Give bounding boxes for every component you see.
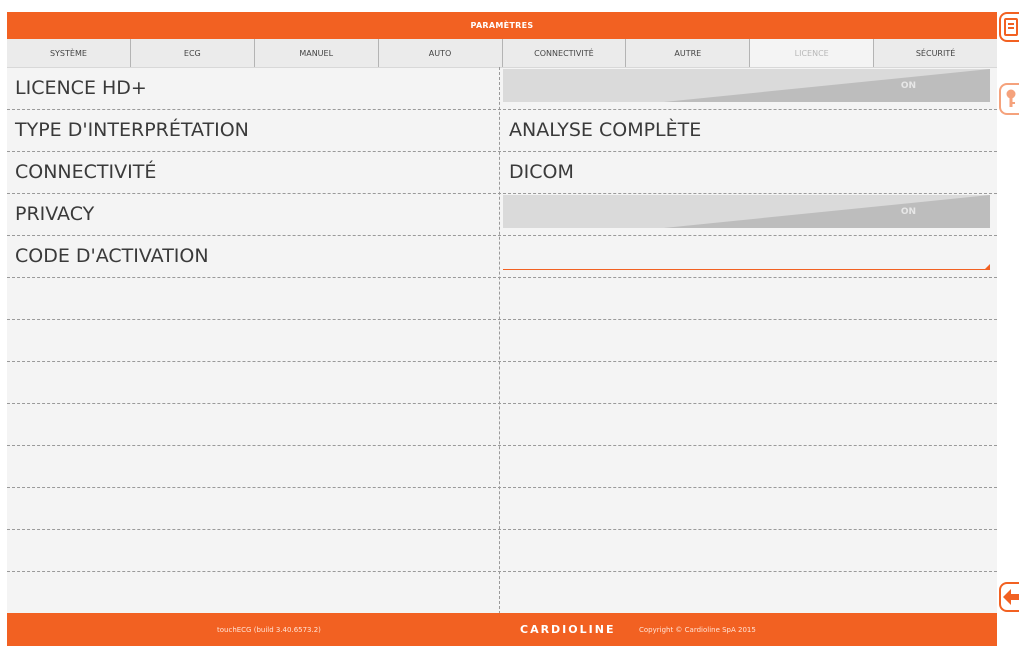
column-divider: [499, 67, 500, 614]
toggle-slider: [663, 69, 990, 102]
tab-auto[interactable]: AUTO: [378, 39, 503, 67]
save-icon: [1004, 18, 1018, 36]
licence-hd-toggle[interactable]: ON: [503, 69, 990, 102]
empty-row: [7, 445, 997, 488]
toggle-state-label: ON: [900, 80, 916, 91]
tab-connectivite[interactable]: CONNECTIVITÉ: [502, 39, 627, 67]
interpretation-value[interactable]: ANALYSE COMPLÈTE: [509, 109, 701, 151]
tab-bar: SYSTÈME ECG MANUEL AUTO CONNECTIVITÉ AUT…: [7, 39, 997, 68]
setting-label: TYPE D'INTERPRÉTATION: [15, 119, 249, 141]
setting-label: CODE D'ACTIVATION: [15, 245, 209, 267]
privacy-toggle[interactable]: ON: [503, 195, 990, 228]
setting-row-licence-hd: LICENCE HD+ ON: [7, 67, 997, 110]
setting-row-connectivity: CONNECTIVITÉ DICOM: [7, 151, 997, 194]
licence-key-button[interactable]: [999, 83, 1019, 115]
input-corner-marker: [984, 264, 990, 270]
save-button[interactable]: [999, 12, 1019, 42]
build-info: touchECG (build 3.40.6573.2): [217, 625, 321, 634]
empty-row: [7, 403, 997, 446]
tab-ecg[interactable]: ECG: [130, 39, 255, 67]
setting-label: LICENCE HD+: [15, 77, 147, 99]
setting-row-interpretation: TYPE D'INTERPRÉTATION ANALYSE COMPLÈTE: [7, 109, 997, 152]
empty-row: [7, 361, 997, 404]
back-button[interactable]: [999, 582, 1019, 612]
settings-grid: LICENCE HD+ ON TYPE D'INTERPRÉTATION ANA…: [7, 67, 997, 613]
key-icon: [1006, 89, 1016, 107]
empty-row: [7, 277, 997, 320]
tab-manuel[interactable]: MANUEL: [254, 39, 379, 67]
toggle-slider: [663, 195, 990, 228]
back-arrow-icon: [1003, 589, 1019, 605]
empty-row: [7, 571, 997, 613]
empty-row: [7, 487, 997, 530]
input-underline: [503, 269, 990, 270]
copyright-text: Copyright © Cardioline SpA 2015: [639, 625, 756, 634]
tab-securite[interactable]: SÉCURITÉ: [874, 39, 997, 67]
setting-label: CONNECTIVITÉ: [15, 161, 157, 183]
window-title: PARAMÈTRES: [7, 12, 997, 39]
connectivity-value[interactable]: DICOM: [509, 151, 574, 193]
tab-autre[interactable]: AUTRE: [626, 39, 751, 67]
empty-row: [7, 529, 997, 572]
tab-systeme[interactable]: SYSTÈME: [7, 39, 131, 67]
settings-window: PARAMÈTRES SYSTÈME ECG MANUEL AUTO CONNE…: [7, 12, 997, 646]
toggle-state-label: ON: [900, 206, 916, 217]
brand-logo: CARDIOLINE: [520, 623, 616, 636]
tab-licence[interactable]: LICENCE: [750, 39, 875, 67]
setting-label: PRIVACY: [15, 203, 95, 225]
setting-row-privacy: PRIVACY ON: [7, 193, 997, 236]
activation-code-input[interactable]: [509, 235, 979, 277]
footer-bar: touchECG (build 3.40.6573.2) CARDIOLINE …: [7, 613, 997, 646]
empty-row: [7, 319, 997, 362]
setting-row-activation-code: CODE D'ACTIVATION: [7, 235, 997, 278]
